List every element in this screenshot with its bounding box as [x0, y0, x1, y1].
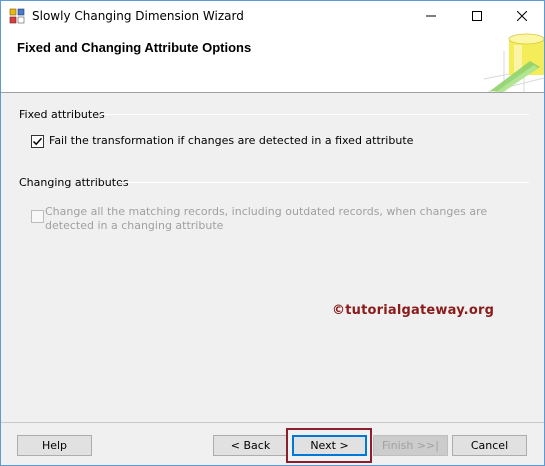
ssis-wizard-icon	[9, 8, 25, 24]
help-button[interactable]: Help	[17, 435, 92, 456]
fail-on-fixed-change-checkbox[interactable]	[31, 135, 44, 148]
cancel-button[interactable]: Cancel	[452, 435, 527, 456]
title-bar[interactable]: Slowly Changing Dimension Wizard	[1, 1, 544, 31]
back-button[interactable]: < Back	[213, 435, 288, 456]
fail-on-fixed-change-label[interactable]: Fail the transformation if changes are d…	[49, 134, 413, 148]
changing-attributes-divider	[118, 182, 529, 183]
close-button[interactable]	[499, 1, 545, 31]
page-title: Fixed and Changing Attribute Options	[17, 40, 252, 55]
maximize-button[interactable]	[454, 1, 500, 31]
close-icon	[517, 11, 527, 21]
window-title: Slowly Changing Dimension Wizard	[32, 9, 244, 23]
change-all-records-checkbox[interactable]	[31, 210, 44, 223]
footer-divider	[1, 422, 544, 423]
maximize-icon	[472, 11, 482, 21]
wizard-window: Slowly Changing Dimension Wizard Fixed a…	[0, 0, 545, 466]
minimize-icon	[426, 15, 436, 17]
next-button-highlight	[286, 428, 372, 463]
checkmark-icon	[32, 137, 43, 146]
watermark: ©tutorialgateway.org	[332, 303, 495, 318]
finish-button[interactable]: Finish >>|	[373, 435, 448, 456]
banner-cylinder-icon	[484, 31, 544, 92]
minimize-button[interactable]	[408, 1, 454, 31]
wizard-header: Fixed and Changing Attribute Options	[1, 31, 544, 93]
change-all-records-label: Change all the matching records, includi…	[45, 205, 488, 232]
changing-attributes-label: Changing attributes	[19, 176, 129, 189]
fixed-attributes-divider	[100, 114, 529, 115]
fixed-attributes-label: Fixed attributes	[19, 108, 105, 121]
